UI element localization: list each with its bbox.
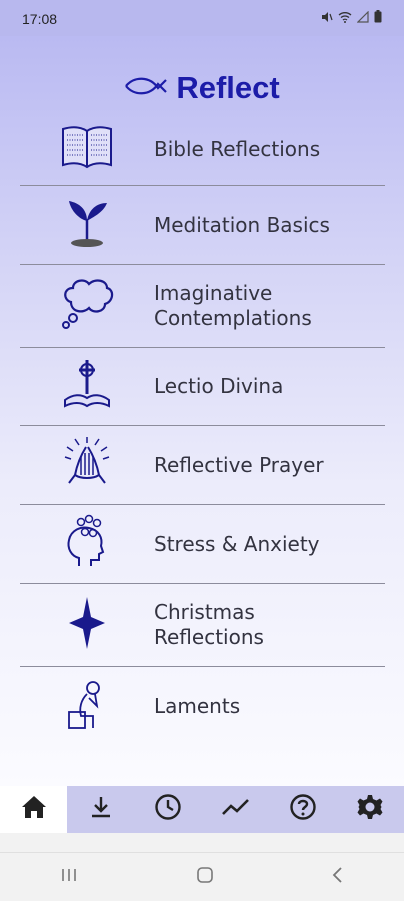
menu-item-laments[interactable]: Laments [20, 667, 385, 745]
menu-item-bible-reflections[interactable]: Bible Reflections [20, 114, 385, 186]
tab-downloads[interactable] [67, 786, 134, 833]
nav-gap [0, 833, 404, 852]
page-title: Reflect [176, 70, 280, 105]
head-gears-icon [59, 514, 115, 575]
menu-item-imaginative-contemplations[interactable]: Imaginative Contemplations [20, 265, 385, 348]
menu-item-reflective-prayer[interactable]: Reflective Prayer [20, 426, 385, 505]
app-header: Reflect [0, 68, 404, 108]
battery-icon [374, 10, 382, 26]
home-nav-icon[interactable] [196, 866, 214, 889]
home-icon [20, 794, 48, 825]
settings-gear-icon [356, 793, 384, 826]
menu-item-label: Laments [154, 693, 241, 718]
tab-help[interactable] [269, 786, 336, 833]
bottom-tab-bar [0, 786, 404, 833]
tab-home[interactable] [0, 786, 68, 833]
menu-item-label: Bible Reflections [154, 137, 321, 161]
open-bible-icon [59, 123, 115, 176]
tab-settings[interactable] [337, 786, 404, 833]
star-icon [59, 595, 115, 656]
menu-item-label: Reflective Prayer [154, 452, 324, 477]
ichthys-fish-icon [124, 76, 168, 101]
menu-item-label: Imaginative Contemplations [154, 281, 312, 330]
menu-item-label: Stress & Anxiety [154, 531, 320, 556]
wifi-icon [338, 10, 352, 26]
download-icon [88, 794, 114, 825]
menu-item-christmas-reflections[interactable]: Christmas Reflections [20, 584, 385, 667]
tab-progress[interactable] [202, 786, 269, 833]
signal-icon [356, 10, 369, 26]
celtic-cross-bible-icon [59, 356, 115, 417]
mute-icon [321, 10, 333, 26]
menu-item-lectio-divina[interactable]: Lectio Divina [20, 348, 385, 426]
status-icons [321, 10, 382, 26]
status-time: 17:08 [22, 11, 58, 27]
system-nav-bar [0, 852, 404, 901]
menu-item-stress-anxiety[interactable]: Stress & Anxiety [20, 505, 385, 584]
recent-apps-icon[interactable] [59, 867, 79, 888]
menu-item-label: Christmas Reflections [154, 600, 264, 649]
menu-item-label: Meditation Basics [154, 212, 330, 237]
thought-bubble-icon [59, 276, 115, 337]
grieving-person-icon [59, 676, 115, 737]
tab-history[interactable] [135, 786, 202, 833]
sprout-icon [59, 195, 115, 256]
help-icon [289, 793, 317, 826]
history-clock-icon [154, 793, 182, 826]
reflection-menu: Bible Reflections Meditation Basics Imag… [20, 114, 385, 745]
status-bar: 17:08 [0, 0, 404, 36]
menu-item-meditation-basics[interactable]: Meditation Basics [20, 186, 385, 265]
main-content: Reflect Bible Reflections Meditation Bas… [0, 36, 404, 786]
menu-item-label: Lectio Divina [154, 374, 284, 398]
progress-chart-icon [221, 796, 251, 823]
back-icon[interactable] [331, 866, 345, 889]
praying-hands-icon [59, 435, 115, 496]
